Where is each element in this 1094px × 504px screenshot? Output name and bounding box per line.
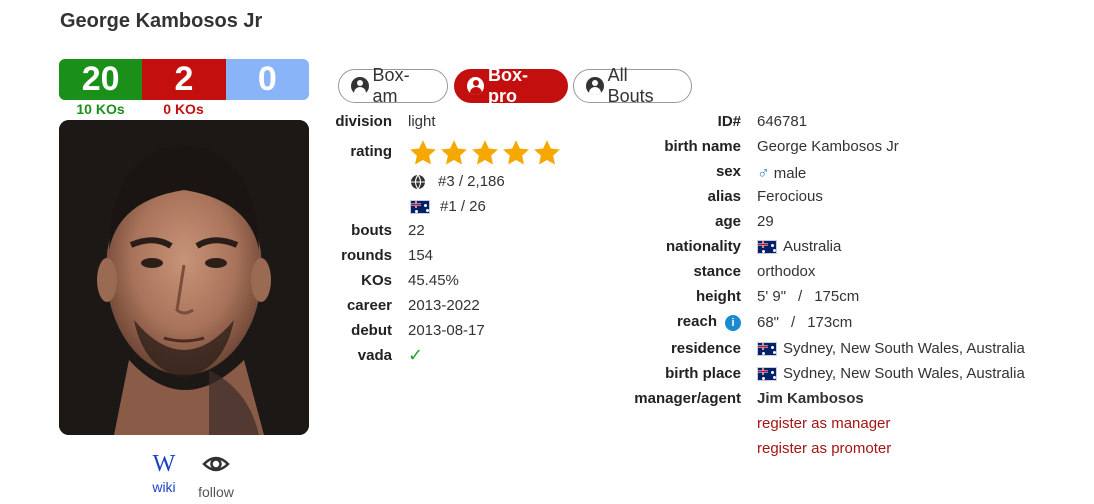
wiki-link[interactable]: W wiki bbox=[145, 452, 183, 495]
losses-kos: 0 KOs bbox=[163, 101, 204, 117]
bouts-label: bouts bbox=[351, 222, 392, 239]
world-rank: #3 / 2,186 bbox=[410, 173, 505, 190]
vada-value: ✓ bbox=[408, 345, 423, 366]
division-value: light bbox=[408, 113, 436, 130]
residence-label: residence bbox=[670, 340, 741, 357]
reach-separator: / bbox=[791, 314, 796, 331]
birth-place-text[interactable]: Sydney, New South Wales, Australia bbox=[783, 365, 1025, 382]
height-imperial: 5' 9" bbox=[757, 288, 787, 305]
rounds-value: 154 bbox=[408, 247, 434, 264]
country-rank: #1 / 26 bbox=[410, 198, 486, 215]
age-label: age bbox=[715, 213, 741, 230]
reach-value: 68" / 173cm bbox=[757, 314, 852, 331]
wins-kos: 10 KOs bbox=[76, 101, 125, 117]
australia-flag-icon bbox=[410, 199, 430, 214]
wins-count: 20 bbox=[59, 59, 143, 100]
nationality-text[interactable]: Australia bbox=[783, 238, 841, 255]
birth-name-value: George Kambosos Jr bbox=[757, 138, 899, 155]
reach-imperial: 68" bbox=[757, 314, 780, 331]
user-circle-icon bbox=[351, 77, 369, 95]
nationality-value: Australia bbox=[757, 238, 841, 255]
height-value: 5' 9" / 175cm bbox=[757, 288, 859, 305]
kos-label: KOs bbox=[361, 272, 392, 289]
draws-count: 0 bbox=[225, 59, 309, 100]
record-summary: 20 2 0 bbox=[59, 59, 309, 100]
boxer-photo bbox=[59, 120, 309, 435]
manager-label: manager/agent bbox=[634, 390, 741, 407]
world-rank-value: #3 / 2,186 bbox=[438, 173, 505, 190]
height-metric: 175cm bbox=[814, 288, 860, 305]
kos-value: 45.45% bbox=[408, 272, 459, 289]
tab-box-am[interactable]: Box-am bbox=[338, 65, 448, 106]
height-label: height bbox=[696, 288, 741, 305]
sex-value: ♂ male bbox=[757, 163, 806, 183]
star-icon bbox=[472, 140, 498, 165]
height-separator: / bbox=[798, 288, 803, 305]
career-label: career bbox=[346, 297, 392, 314]
wiki-label: wiki bbox=[152, 479, 176, 495]
eye-icon bbox=[202, 456, 230, 472]
alias-label: alias bbox=[707, 188, 741, 205]
tab-all-bouts[interactable]: All Bouts bbox=[573, 65, 692, 106]
birth-name-label: birth name bbox=[664, 138, 741, 155]
age-value: 29 bbox=[757, 213, 774, 230]
debut-label: debut bbox=[351, 322, 392, 339]
alias-value: Ferocious bbox=[757, 188, 823, 205]
user-circle-icon bbox=[467, 77, 484, 95]
debut-value: 2013-08-17 bbox=[408, 322, 485, 339]
follow-label: follow bbox=[198, 484, 234, 500]
reach-metric: 173cm bbox=[807, 314, 853, 331]
check-icon: ✓ bbox=[408, 345, 424, 365]
stance-value: orthodox bbox=[757, 263, 816, 280]
reach-label: reach i bbox=[600, 313, 741, 331]
tab-label: Box-am bbox=[372, 65, 410, 106]
star-icon bbox=[441, 140, 467, 165]
australia-flag-icon bbox=[757, 239, 777, 254]
rating-stars bbox=[408, 138, 562, 168]
residence-value: Sydney, New South Wales, Australia bbox=[757, 340, 1025, 357]
tab-label: All Bouts bbox=[607, 65, 654, 106]
info-icon[interactable]: i bbox=[725, 315, 741, 331]
manager-value[interactable]: Jim Kambosos bbox=[757, 390, 864, 407]
birth-place-label: birth place bbox=[665, 365, 741, 382]
country-rank-value: #1 / 26 bbox=[440, 198, 486, 215]
rating-label: rating bbox=[350, 143, 392, 160]
residence-text[interactable]: Sydney, New South Wales, Australia bbox=[783, 340, 1025, 357]
id-label: ID# bbox=[717, 113, 741, 130]
id-value: 646781 bbox=[757, 113, 808, 130]
star-icon bbox=[503, 140, 529, 165]
nationality-label: nationality bbox=[665, 238, 741, 255]
sex-text: male bbox=[773, 164, 807, 182]
vada-label: vada bbox=[357, 347, 392, 364]
career-value: 2013-2022 bbox=[408, 297, 480, 314]
australia-flag-icon bbox=[757, 366, 777, 381]
tab-box-pro[interactable]: Box-pro bbox=[454, 65, 568, 106]
rounds-label: rounds bbox=[341, 247, 392, 264]
reach-label-text: reach bbox=[676, 313, 717, 330]
wikipedia-icon: W bbox=[152, 451, 176, 477]
male-icon: ♂ bbox=[757, 163, 770, 182]
star-icon bbox=[534, 140, 560, 165]
stance-label: stance bbox=[693, 263, 741, 280]
australia-flag-icon bbox=[757, 341, 777, 356]
globe-icon bbox=[411, 174, 425, 190]
sex-label: sex bbox=[715, 163, 741, 180]
losses-count: 2 bbox=[142, 59, 226, 100]
birth-place-value: Sydney, New South Wales, Australia bbox=[757, 365, 1025, 382]
division-label: division bbox=[335, 113, 392, 130]
star-icon bbox=[410, 140, 436, 165]
bouts-value: 22 bbox=[408, 222, 425, 239]
register-promoter-link[interactable]: register as promoter bbox=[757, 440, 891, 457]
register-manager-link[interactable]: register as manager bbox=[757, 415, 890, 432]
boxer-name-title: George Kambosos Jr bbox=[60, 10, 263, 32]
tab-label: Box-pro bbox=[487, 65, 528, 106]
user-circle-icon bbox=[586, 77, 604, 95]
follow-button[interactable]: follow bbox=[193, 452, 239, 500]
